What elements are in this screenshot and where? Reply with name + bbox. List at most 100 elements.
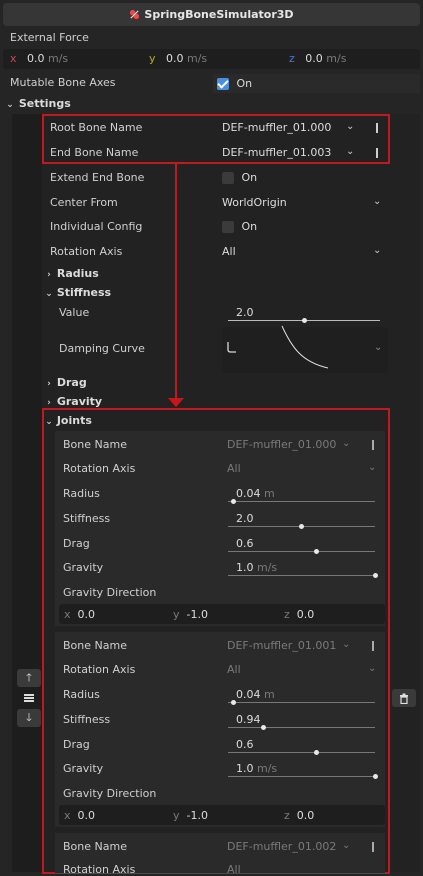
joint-bone-name-select[interactable]: DEF-muffler_01.001 (227, 639, 336, 652)
move-up-button[interactable]: 🡑 (17, 669, 41, 687)
external-force-y-field[interactable]: y 0.0 m/s (149, 52, 207, 65)
stiffness-value-field[interactable]: 2.0 (236, 306, 254, 319)
joint-stiffness-label: Stiffness (63, 713, 111, 726)
radius-section-header[interactable]: › Radius (45, 267, 99, 280)
joint-gravity-direction-vector (59, 604, 385, 624)
joint-bone-name-select[interactable]: DEF-muffler_01.000 (227, 438, 336, 451)
rotation-axis-select[interactable]: All (222, 245, 236, 258)
joint-gravity-direction-x[interactable]: x 0.0 (64, 809, 95, 822)
joint-stiffness-field[interactable]: 2.0 (236, 512, 254, 525)
chevron-down-icon: ⌄ (45, 417, 53, 427)
joint-gravity-field[interactable]: 1.0 m/s (236, 561, 277, 574)
joint-gravity-field[interactable]: 1.0 m/s (236, 762, 277, 775)
curve-preset-icon[interactable] (226, 340, 238, 354)
joint-drag-slider-knob[interactable] (313, 750, 319, 755)
mutable-bone-axes-checkbox[interactable]: On (217, 77, 252, 90)
center-from-label: Center From (50, 196, 118, 209)
end-bone-name-select[interactable]: DEF-muffler_01.003 (222, 146, 331, 159)
joint-stiffness-slider-knob[interactable] (299, 524, 304, 529)
rotation-axis-label: Rotation Axis (50, 245, 123, 258)
joint-radius-field[interactable]: 0.04 m (236, 688, 275, 701)
chevron-right-icon: › (47, 270, 51, 280)
joint-rotation-axis-select[interactable]: All (227, 462, 241, 475)
bone-picker-icon[interactable] (376, 148, 378, 158)
joint-drag-slider-knob[interactable] (313, 549, 319, 554)
settings-section-header[interactable]: ⌄ Settings (5, 97, 71, 110)
delete-joint-button[interactable] (392, 689, 416, 707)
chevron-down-icon: ⌄ (373, 196, 382, 207)
highlight-arrow-line (175, 164, 177, 400)
bone-picker-icon[interactable] (372, 641, 374, 651)
stiffness-value-slider-knob[interactable] (301, 318, 307, 323)
bone-picker-icon[interactable] (372, 842, 374, 852)
bone-picker-icon[interactable] (372, 440, 374, 450)
center-from-select[interactable]: WorldOrigin (222, 196, 287, 209)
joint-drag-label: Drag (63, 738, 90, 751)
highlight-arrow-head (168, 398, 184, 407)
joint-bone-name-select[interactable]: DEF-muffler_01.002 (227, 840, 336, 853)
damping-curve-label: Damping Curve (59, 342, 145, 355)
chevron-down-icon: ⌄ (368, 663, 377, 674)
joint-gravity-direction-label: Gravity Direction (63, 787, 157, 800)
chevron-down-icon: ⌄ (342, 639, 351, 650)
joint-gravity-direction-y[interactable]: y -1.0 (173, 809, 208, 822)
joint-stiffness-slider-knob[interactable] (260, 725, 266, 730)
extend-end-bone-checkbox[interactable]: On (222, 171, 257, 184)
external-force-x-field[interactable]: x 0.0 m/s (10, 52, 68, 65)
gravity-section-header[interactable]: › Gravity (45, 395, 102, 408)
joint-gravity-direction-vector (59, 805, 385, 825)
joint-gravity-direction-x[interactable]: x 0.0 (64, 608, 95, 621)
external-force-z-field[interactable]: z 0.0 m/s (289, 52, 346, 65)
joint-gravity-track (228, 776, 375, 777)
chevron-down-icon: ⌄ (373, 245, 382, 256)
spring-bone-icon (130, 9, 140, 20)
joint-gravity-track (228, 575, 375, 576)
joint-drag-field[interactable]: 0.6 (236, 537, 254, 550)
stiffness-value-label: Value (59, 306, 90, 319)
joint-drag-track (228, 752, 375, 753)
inspector-title-bar: SpringBoneSimulator3D (3, 3, 420, 26)
joint-gravity-slider-knob[interactable] (372, 573, 378, 578)
chevron-down-icon: ⌄ (346, 146, 355, 157)
joint-stiffness-field[interactable]: 0.94 (236, 713, 261, 726)
chevron-down-icon: ⌄ (6, 100, 14, 110)
joint-radius-field[interactable]: 0.04 m (236, 487, 275, 500)
individual-config-checkbox[interactable]: On (222, 220, 257, 233)
drag-section-header[interactable]: › Drag (45, 376, 87, 389)
chevron-right-icon: › (47, 379, 51, 389)
joint-drag-field[interactable]: 0.6 (236, 738, 254, 751)
joints-section-header[interactable]: ⌄ Joints (45, 414, 92, 427)
joint-gravity-label: Gravity (63, 762, 104, 775)
joint-radius-label: Radius (63, 487, 100, 500)
joint-radius-track (228, 702, 375, 703)
mutable-bone-axes-label: Mutable Bone Axes (10, 76, 116, 89)
checkbox-checked-icon (217, 78, 229, 90)
root-bone-name-select[interactable]: DEF-muffler_01.000 (222, 121, 331, 134)
joint-rotation-axis-select[interactable]: All (227, 863, 241, 876)
chevron-down-icon: ⌄ (342, 438, 351, 449)
joint-gravity-direction-z[interactable]: z 0.0 (284, 608, 314, 621)
joint-gravity-direction-y[interactable]: y -1.0 (173, 608, 208, 621)
joint-gravity-direction-label: Gravity Direction (63, 586, 157, 599)
joint-bone-name-label: Bone Name (63, 840, 127, 853)
stiffness-section-header[interactable]: ⌄ Stiffness (45, 286, 111, 299)
end-bone-name-label: End Bone Name (50, 146, 139, 159)
bone-picker-icon[interactable] (376, 123, 378, 133)
damping-curve-graph (281, 325, 329, 369)
joint-rotation-axis-select[interactable]: All (227, 663, 241, 676)
joint-gravity-slider-knob[interactable] (372, 774, 378, 779)
chevron-down-icon: ⌄ (45, 289, 53, 299)
joint-stiffness-track (228, 727, 375, 728)
chevron-down-icon: ⌄ (368, 462, 377, 473)
chevron-down-icon: ⌄ (374, 342, 383, 353)
checkbox-unchecked-icon (222, 172, 234, 184)
checkbox-unchecked-icon (222, 221, 234, 233)
joint-gravity-direction-z[interactable]: z 0.0 (284, 809, 314, 822)
individual-config-label: Individual Config (50, 220, 143, 233)
joint-rotation-axis-label: Rotation Axis (63, 462, 136, 475)
joint-bone-name-label: Bone Name (63, 438, 127, 451)
drag-handle-icon[interactable] (24, 694, 34, 702)
joint-bone-name-label: Bone Name (63, 639, 127, 652)
arrow-down-icon: 🡓 (26, 710, 32, 724)
move-down-button[interactable]: 🡓 (17, 709, 41, 727)
